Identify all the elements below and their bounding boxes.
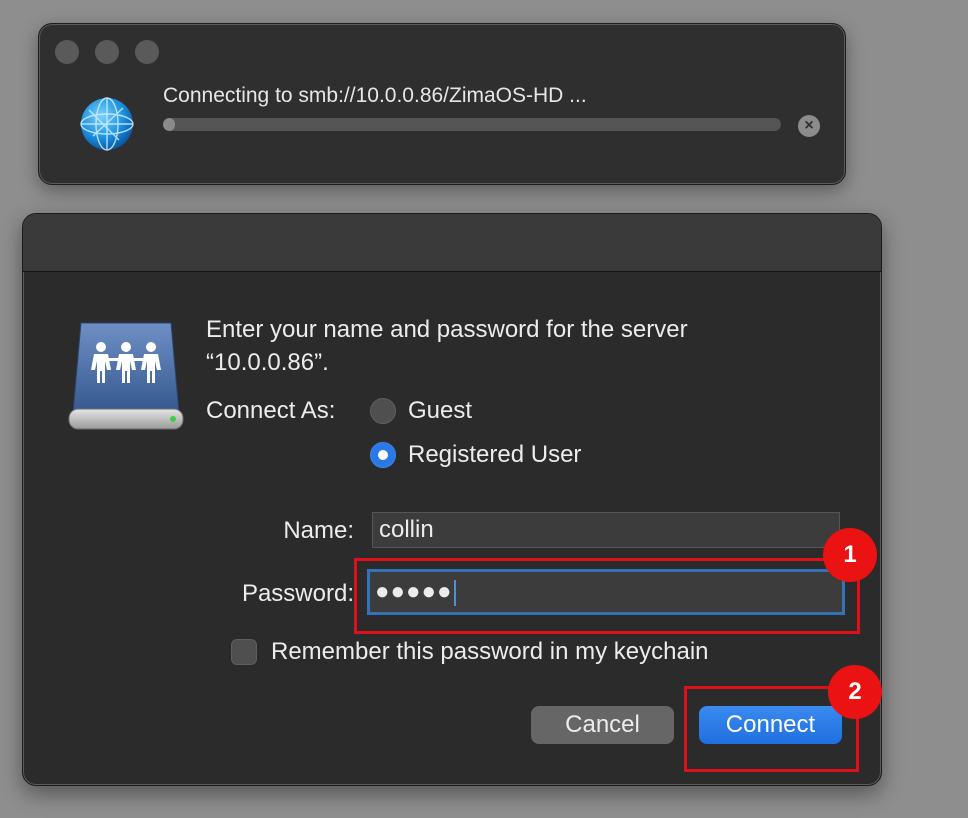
- remember-checkbox[interactable]: [231, 639, 257, 665]
- window-controls: [55, 40, 159, 64]
- radio-guest[interactable]: Guest: [370, 397, 472, 425]
- step-badge-1: 1: [823, 528, 877, 582]
- x-circle-icon[interactable]: ×: [798, 115, 820, 137]
- step-badge-2: 2: [828, 665, 882, 719]
- connection-progress-bar: [163, 118, 781, 131]
- radio-button-selected[interactable]: [370, 442, 396, 468]
- progress-fill: [163, 118, 176, 131]
- connect-as-label: Connect As:: [206, 397, 336, 424]
- network-globe-icon: [80, 97, 134, 151]
- remember-password-label: Remember this password in my keychain: [271, 638, 709, 665]
- radio-registered-user[interactable]: Registered User: [370, 441, 581, 469]
- highlight-box-password: [354, 558, 860, 634]
- name-label: Name:: [283, 517, 354, 544]
- minimize-window-button[interactable]: [95, 40, 119, 64]
- remember-password-checkbox-row[interactable]: Remember this password in my keychain: [231, 638, 709, 666]
- auth-prompt-text: Enter your name and password for the ser…: [206, 316, 688, 376]
- radio-registered-user-label: Registered User: [408, 441, 582, 468]
- cancel-button[interactable]: Cancel: [531, 706, 674, 744]
- password-label: Password:: [241, 580, 354, 607]
- name-field[interactable]: collin: [372, 512, 840, 548]
- radio-guest-label: Guest: [408, 397, 473, 424]
- radio-button[interactable]: [370, 398, 396, 424]
- dialog-titlebar: [23, 214, 881, 272]
- connecting-status-text: Connecting to smb://10.0.0.86/ZimaOS-HD …: [163, 84, 587, 107]
- close-window-button[interactable]: [55, 40, 79, 64]
- connecting-window: Connecting to smb://10.0.0.86/ZimaOS-HD …: [38, 23, 846, 185]
- name-value: collin: [379, 516, 434, 543]
- zoom-window-button[interactable]: [135, 40, 159, 64]
- shared-server-icon: [68, 322, 184, 430]
